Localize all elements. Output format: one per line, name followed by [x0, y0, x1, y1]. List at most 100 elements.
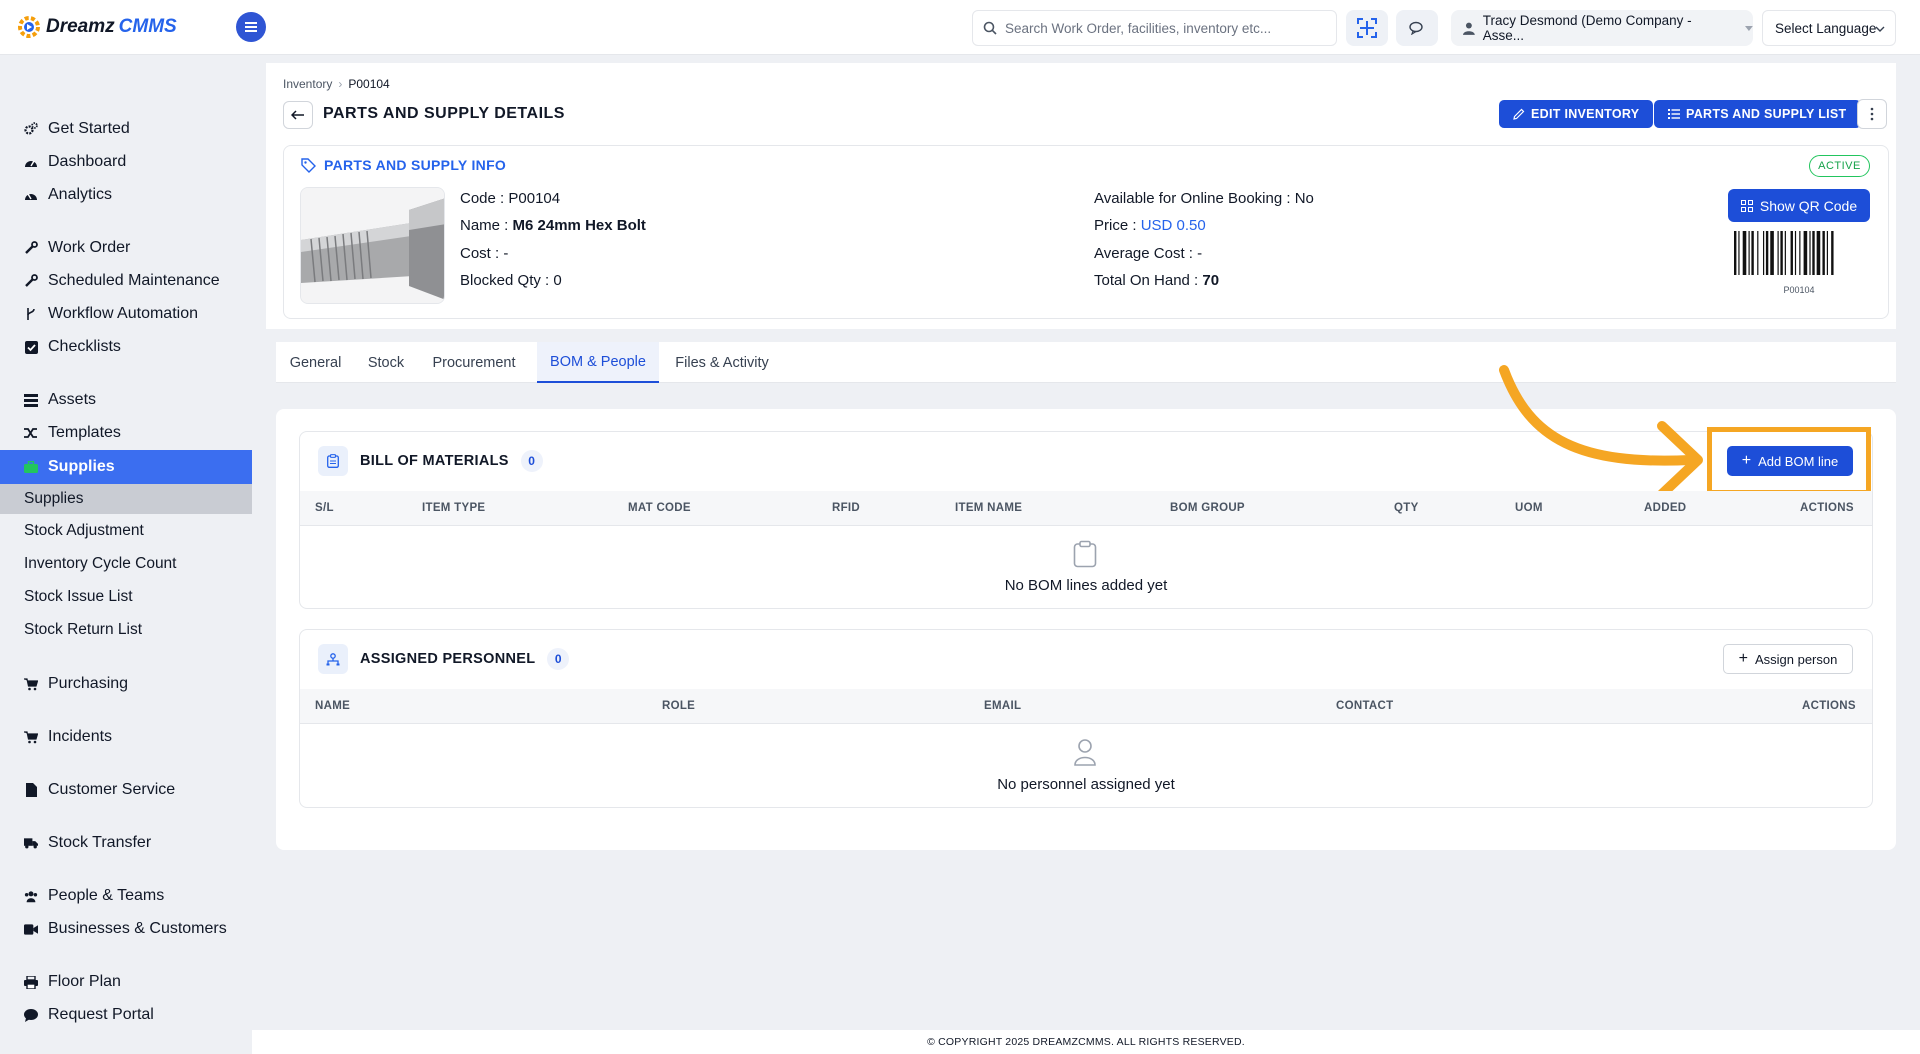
chat-button[interactable]	[1396, 10, 1438, 46]
sidebar-subitem-supplies[interactable]: Supplies	[0, 484, 252, 514]
sidebar-item-supplies[interactable]: Supplies	[0, 450, 252, 484]
shuffle-icon	[24, 426, 38, 440]
comment-icon	[24, 1008, 38, 1022]
edit-inventory-button[interactable]: EDIT INVENTORY	[1499, 100, 1654, 128]
bom-empty-message: No BOM lines added yet	[1004, 577, 1168, 594]
part-image[interactable]	[300, 187, 445, 304]
sidebar-subitem-inventory-cycle-count[interactable]: Inventory Cycle Count	[0, 549, 252, 579]
parts-supply-list-label: PARTS AND SUPPLY LIST	[1686, 107, 1847, 121]
sidebar-item-incidents[interactable]: Incidents	[0, 722, 252, 752]
column-header: UOM	[1515, 502, 1543, 514]
caret-down-icon	[1745, 25, 1753, 31]
price-label: Price :	[1094, 217, 1137, 234]
sidebar-item-templates[interactable]: Templates	[0, 418, 252, 448]
online-booking-field: Available for Online Booking : No	[1094, 190, 1314, 207]
sidebar-label: Get Started	[48, 120, 130, 137]
sidebar-item-analytics[interactable]: Analytics	[0, 180, 252, 210]
sidebar-item-work-order[interactable]: Work Order	[0, 233, 252, 263]
sidebar-label: Assets	[48, 391, 97, 408]
column-header: EMAIL	[984, 700, 1022, 712]
sidebar-label: Templates	[48, 424, 121, 441]
users-icon	[24, 889, 38, 903]
bom-title: BILL OF MATERIALS	[360, 453, 509, 469]
chevron-down-icon	[1875, 26, 1885, 32]
wrench-icon	[24, 241, 38, 255]
sidebar-item-scheduled-maintenance[interactable]: Scheduled Maintenance	[0, 266, 252, 296]
dashboard-icon	[24, 155, 38, 169]
analytics-icon	[24, 188, 38, 202]
scan-button[interactable]	[1346, 10, 1388, 46]
sidebar-subitem-stock-issue-list[interactable]: Stock Issue List	[0, 582, 252, 612]
bolt-image	[301, 188, 444, 303]
file-icon	[24, 783, 38, 797]
sidebar-subitem-stock-return-list[interactable]: Stock Return List	[0, 615, 252, 645]
sidebar-item-dashboard[interactable]: Dashboard	[0, 147, 252, 177]
sidebar-item-stock-transfer[interactable]: Stock Transfer	[0, 828, 252, 858]
breadcrumb: Inventory › P00104	[283, 77, 390, 91]
sidebar-label: Supplies	[48, 458, 115, 475]
total-label: Total On Hand :	[1094, 272, 1199, 289]
sidebar-item-workflow-automation[interactable]: Workflow Automation	[0, 299, 252, 329]
blocked-value: 0	[553, 272, 562, 289]
global-search[interactable]	[972, 10, 1337, 46]
barcode-image	[1734, 231, 1834, 275]
search-input[interactable]	[1005, 20, 1325, 36]
parts-supply-list-button[interactable]: PARTS AND SUPPLY LIST	[1654, 100, 1861, 128]
menu-toggle-button[interactable]	[236, 12, 266, 42]
tab-general[interactable]: General	[276, 342, 355, 383]
show-qr-code-button[interactable]: Show QR Code	[1728, 189, 1870, 222]
column-header: CONTACT	[1336, 700, 1394, 712]
sidebar-item-get-started[interactable]: Get Started	[0, 114, 252, 144]
sidebar-item-businesses-customers[interactable]: Businesses & Customers	[0, 914, 252, 944]
truck-icon	[24, 836, 38, 850]
tab-procurement[interactable]: Procurement	[417, 342, 531, 383]
sidebar-item-request-portal[interactable]: Request Portal	[0, 1000, 252, 1030]
sidebar-label: Stock Transfer	[48, 834, 152, 851]
add-bom-line-button[interactable]: + Add BOM line	[1727, 446, 1853, 476]
user-menu[interactable]: Tracy Desmond (Demo Company - Asse...	[1451, 10, 1753, 46]
app-logo[interactable]: Dreamz CMMS	[16, 14, 177, 40]
column-header: MAT CODE	[628, 502, 691, 514]
sidebar-item-floor-plan[interactable]: Floor Plan	[0, 967, 252, 997]
column-header: BOM GROUP	[1170, 502, 1245, 514]
assign-person-button[interactable]: + Assign person	[1723, 644, 1853, 674]
tab-files-activity[interactable]: Files & Activity	[660, 342, 784, 383]
more-actions-button[interactable]	[1857, 99, 1887, 129]
sidebar-item-assets[interactable]: Assets	[0, 385, 252, 415]
chat-icon	[1409, 21, 1423, 35]
bom-header: BILL OF MATERIALS 0	[318, 446, 543, 476]
sidebar-label: Incidents	[48, 728, 113, 745]
back-button[interactable]	[283, 101, 313, 129]
avg-label: Average Cost :	[1094, 245, 1193, 262]
info-heading-text: PARTS AND SUPPLY INFO	[324, 157, 507, 173]
page-title: PARTS AND SUPPLY DETAILS	[323, 105, 565, 122]
wrench-icon	[24, 274, 38, 288]
tab-stock[interactable]: Stock	[355, 342, 417, 383]
name-field: Name : M6 24mm Hex Bolt	[460, 217, 646, 234]
user-icon	[1463, 22, 1475, 35]
language-select[interactable]: Select Language	[1762, 10, 1896, 46]
kebab-icon	[1870, 107, 1874, 121]
sidebar-item-purchasing[interactable]: Purchasing	[0, 669, 252, 699]
sidebar-item-checklists[interactable]: Checklists	[0, 332, 252, 362]
breadcrumb-inventory[interactable]: Inventory	[283, 77, 332, 91]
name-label: Name :	[460, 217, 509, 234]
column-header: ACTIONS	[1800, 502, 1854, 514]
logo-gear-icon	[18, 16, 40, 38]
code-label: Code :	[460, 190, 505, 207]
sidebar-subitem-stock-adjustment[interactable]: Stock Adjustment	[0, 516, 252, 546]
column-header: S/L	[315, 502, 334, 514]
tab-bom-people[interactable]: BOM & People	[537, 342, 659, 383]
sidebar-item-people-teams[interactable]: People & Teams	[0, 881, 252, 911]
total-on-hand-field: Total On Hand : 70	[1094, 272, 1219, 289]
clipboard-icon	[318, 446, 348, 476]
column-header: RFID	[832, 502, 861, 514]
online-value: No	[1294, 190, 1314, 207]
info-heading: PARTS AND SUPPLY INFO	[301, 157, 506, 173]
sidebar-label: Purchasing	[48, 675, 129, 692]
briefcase-icon	[24, 460, 38, 474]
cart-icon	[24, 730, 38, 744]
breadcrumb-separator: ›	[338, 77, 343, 91]
tag-icon	[301, 157, 316, 173]
sidebar-item-customer-service[interactable]: Customer Service	[0, 775, 252, 805]
